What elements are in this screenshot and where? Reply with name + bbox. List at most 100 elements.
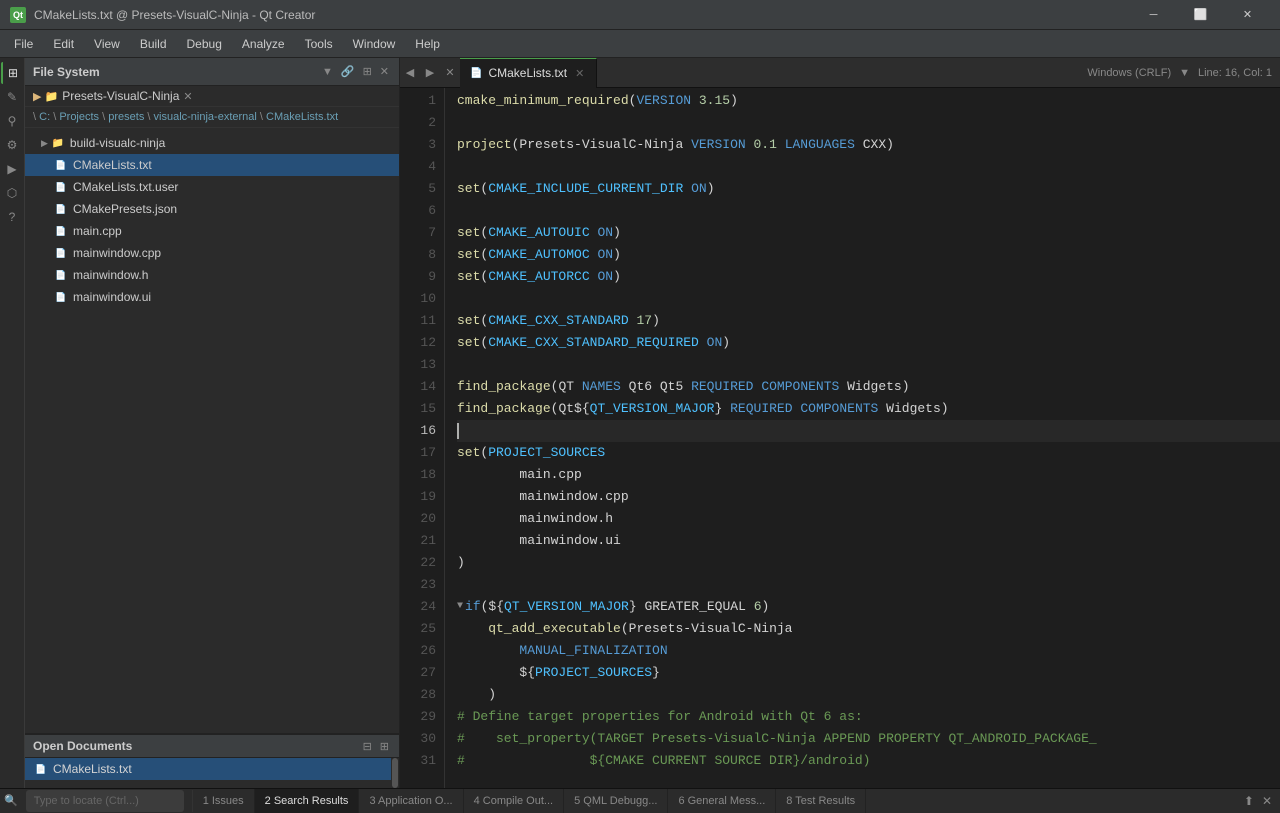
line-8: 8 — [400, 244, 436, 266]
tab-bar-right: Windows (CRLF) ▼ Line: 16, Col: 1 — [1087, 67, 1280, 79]
tab-cmake-icon: 📄 — [470, 68, 482, 79]
tab-cmakelists[interactable]: 📄 CMakeLists.txt ✕ — [460, 58, 597, 88]
bottom-tab-compile-output-label: 4 Compile Out... — [474, 795, 553, 807]
file-panel: File System ▼ 🔗 ⊞ ✕ ▶ 📁 Presets-VisualC-… — [25, 58, 400, 788]
breadcrumb-presets[interactable]: presets — [108, 111, 144, 123]
bottom-close-icon[interactable]: ✕ — [1258, 792, 1276, 810]
breadcrumb-projects[interactable]: Projects — [59, 111, 99, 123]
cmake-icon-cmakelists: 📄 — [53, 157, 69, 173]
cursor — [457, 423, 459, 439]
code-line-17: set(PROJECT_SOURCES — [457, 442, 1280, 464]
sidebar-filesystem-icon[interactable]: ⊞ — [1, 62, 23, 84]
sidebar-build-icon[interactable]: ⚙ — [1, 134, 23, 156]
line-24: 24 — [400, 596, 436, 618]
menu-build[interactable]: Build — [130, 33, 177, 55]
code-line-15: find_package(Qt${QT_VERSION_MAJOR} REQUI… — [457, 398, 1280, 420]
file-panel-title: File System — [33, 65, 100, 79]
tree-item-build-folder[interactable]: ▶ 📁 build-visualc-ninja — [25, 132, 399, 154]
project-name: Presets-VisualC-Ninja — [62, 89, 179, 103]
open-docs-scrollbar[interactable] — [391, 758, 399, 788]
code-line-2 — [457, 112, 1280, 134]
open-docs-item-cmakelists[interactable]: 📄 CMakeLists.txt — [25, 758, 391, 780]
code-line-20: mainwindow.h — [457, 508, 1280, 530]
menu-tools[interactable]: Tools — [295, 33, 343, 55]
menu-analyze[interactable]: Analyze — [232, 33, 295, 55]
project-close-icon[interactable]: ✕ — [183, 90, 192, 103]
link-action[interactable]: 🔗 — [339, 63, 357, 80]
close-panel-action[interactable]: ✕ — [378, 63, 391, 80]
sidebar-edit-icon[interactable]: ✎ — [1, 86, 23, 108]
code-line-5: set(CMAKE_INCLUDE_CURRENT_DIR ON) — [457, 178, 1280, 200]
line-7: 7 — [400, 222, 436, 244]
close-button[interactable]: ✕ — [1225, 0, 1270, 30]
collapse-24[interactable]: ▼ — [457, 596, 463, 618]
code-line-22: ) — [457, 552, 1280, 574]
tree-item-mainwindowh[interactable]: 📄 mainwindow.h — [25, 264, 399, 286]
code-line-16[interactable] — [457, 420, 1280, 442]
bottom-tab-issues[interactable]: 1 Issues — [193, 789, 255, 813]
bottom-tab-search-results[interactable]: 2 Search Results — [255, 789, 360, 813]
code-line-1: cmake_minimum_required(VERSION 3.15) — [457, 90, 1280, 112]
h-icon-mainwindowh: 📄 — [53, 267, 69, 283]
line-12: 12 — [400, 332, 436, 354]
tab-nav-forward[interactable]: ▶ — [420, 58, 440, 88]
menu-window[interactable]: Window — [343, 33, 406, 55]
sidebar-help-icon[interactable]: ? — [1, 206, 23, 228]
line-1: 1 — [400, 90, 436, 112]
maximize-button[interactable]: ⬜ — [1178, 0, 1223, 30]
tab-nav-back[interactable]: ◀ — [400, 58, 420, 88]
tree-item-cmakelistsuser[interactable]: 📄 CMakeLists.txt.user — [25, 176, 399, 198]
code-line-10 — [457, 288, 1280, 310]
tree-item-maincpp[interactable]: 📄 main.cpp — [25, 220, 399, 242]
minimize-button[interactable]: ─ — [1131, 0, 1176, 30]
bottom-tab-app-output[interactable]: 3 Application O... — [359, 789, 463, 813]
title-bar: Qt CMakeLists.txt @ Presets-VisualC-Ninj… — [0, 0, 1280, 30]
line-20: 20 — [400, 508, 436, 530]
tree-item-cmakelists[interactable]: 📄 CMakeLists.txt — [25, 154, 399, 176]
bottom-tab-compile-output[interactable]: 4 Compile Out... — [464, 789, 564, 813]
line-25: 25 — [400, 618, 436, 640]
open-docs-fullscreen[interactable]: ⊞ — [378, 738, 391, 755]
menu-debug[interactable]: Debug — [177, 33, 232, 55]
breadcrumb-c[interactable]: C: — [39, 111, 50, 123]
line-28: 28 — [400, 684, 436, 706]
open-docs-expand[interactable]: ⊟ — [361, 738, 374, 755]
tree-item-label-cmakelistsuser: CMakeLists.txt.user — [73, 180, 178, 194]
menu-help[interactable]: Help — [405, 33, 450, 55]
tree-item-cmakepresets[interactable]: 📄 CMakePresets.json — [25, 198, 399, 220]
line-27: 27 — [400, 662, 436, 684]
filter-action[interactable]: ▼ — [320, 64, 335, 80]
sidebar-run-icon[interactable]: ▶ — [1, 158, 23, 180]
bottom-tab-test-results[interactable]: 8 Test Results — [776, 789, 866, 813]
bottom-tab-qml-debug[interactable]: 5 QML Debugg... — [564, 789, 668, 813]
cmake-icon-cmakelistsuser: 📄 — [53, 179, 69, 195]
sidebar-debug-icon[interactable]: ⬡ — [1, 182, 23, 204]
line-26: 26 — [400, 640, 436, 662]
line-3: 3 — [400, 134, 436, 156]
bottom-tab-search-results-label: 2 Search Results — [265, 795, 349, 807]
code-line-26: MANUAL_FINALIZATION — [457, 640, 1280, 662]
bottom-expand-icon[interactable]: ⬆ — [1240, 792, 1258, 810]
line-11: 11 — [400, 310, 436, 332]
code-area[interactable]: cmake_minimum_required(VERSION 3.15) pro… — [445, 88, 1280, 788]
menu-edit[interactable]: Edit — [43, 33, 84, 55]
line-numbers: 1 2 3 4 5 6 7 8 9 10 11 12 13 14 15 16 1… — [400, 88, 445, 788]
open-docs-scroll-area: 📄 CMakeLists.txt — [25, 758, 399, 788]
tree-item-mainwindowui[interactable]: 📄 mainwindow.ui — [25, 286, 399, 308]
tab-close-btn[interactable]: ✕ — [573, 66, 586, 81]
line-14: 14 — [400, 376, 436, 398]
breadcrumb-external[interactable]: visualc-ninja-external — [154, 111, 257, 123]
code-line-30: # set_property(TARGET Presets-VisualC-Ni… — [457, 728, 1280, 750]
menu-view[interactable]: View — [84, 33, 130, 55]
menu-file[interactable]: File — [4, 33, 43, 55]
tab-nav-close[interactable]: ✕ — [440, 58, 460, 88]
open-docs-scrollbar-thumb[interactable] — [392, 758, 398, 788]
code-line-4 — [457, 156, 1280, 178]
tree-item-mainwindowcpp[interactable]: 📄 mainwindow.cpp — [25, 242, 399, 264]
bottom-tab-general-msgs[interactable]: 6 General Mess... — [668, 789, 776, 813]
open-docs-cmake-icon: 📄 — [33, 761, 49, 777]
code-line-7: set(CMAKE_AUTOUIC ON) — [457, 222, 1280, 244]
sidebar-search-icon[interactable]: ⚲ — [1, 110, 23, 132]
expand-action[interactable]: ⊞ — [361, 63, 374, 80]
locate-input[interactable] — [26, 790, 184, 812]
